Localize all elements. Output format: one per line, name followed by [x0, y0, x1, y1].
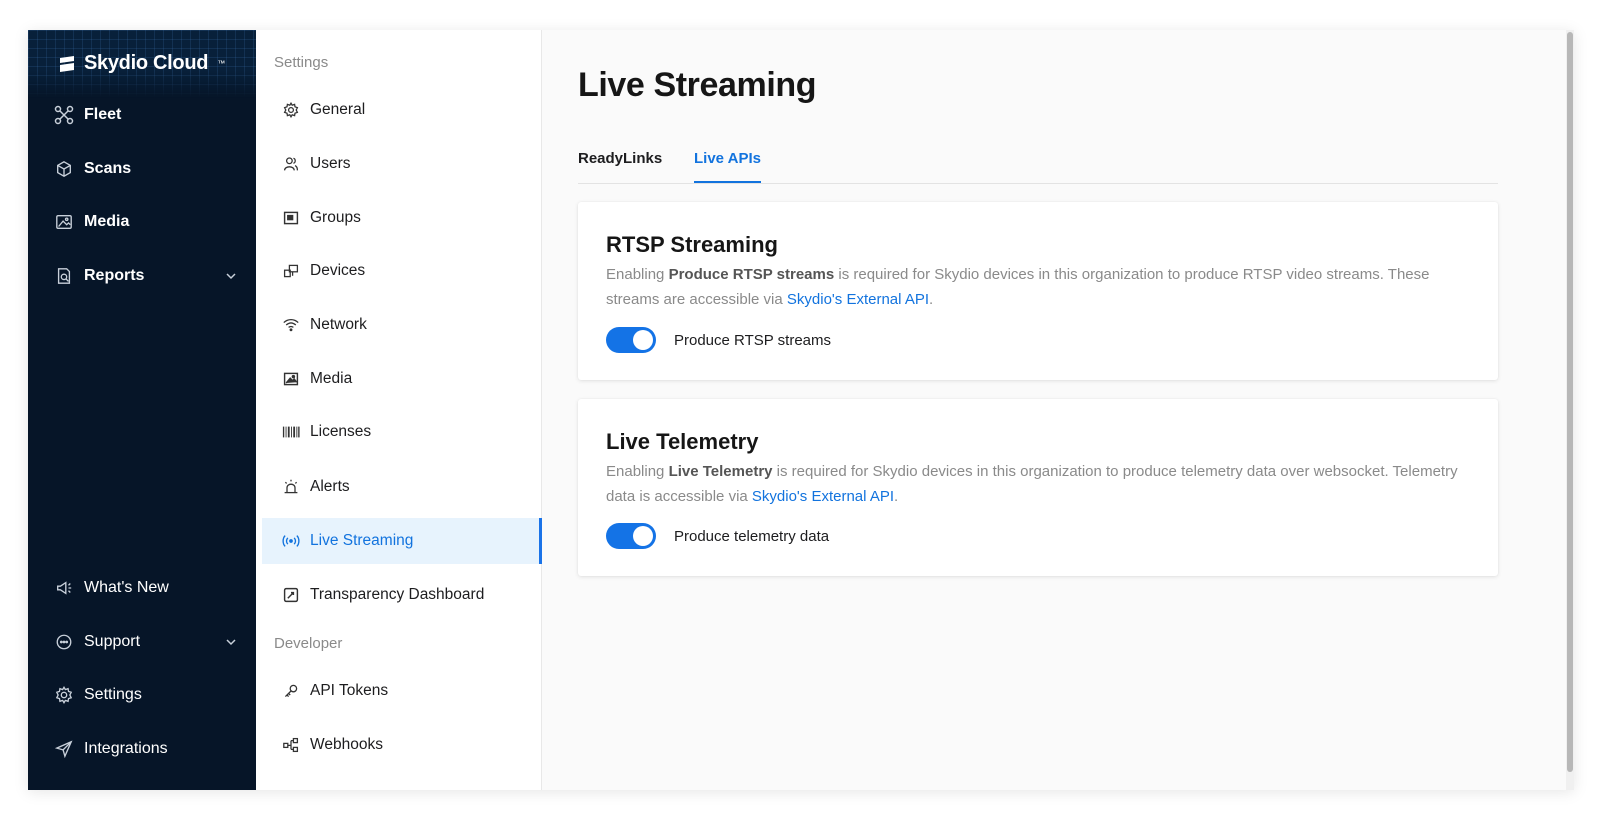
settings-item-label: Alerts [310, 478, 350, 495]
send-icon [54, 739, 74, 759]
sidebar-item-label: Integrations [84, 740, 168, 757]
settings-item-label: API Tokens [310, 682, 389, 699]
broadcast-icon [282, 532, 300, 550]
external-api-link[interactable]: Skydio's External API [787, 291, 929, 308]
card-title: Live Telemetry [606, 429, 759, 454]
settings-item-label: Groups [310, 209, 361, 226]
settings-menu: Settings General Users Groups Devices Ne… [256, 30, 542, 790]
devices-icon [282, 262, 300, 280]
sidebar-item-label: What's New [84, 579, 169, 596]
sidebar-item-label: Scans [84, 160, 132, 177]
app-window: Skydio Cloud ™ Fleet Scans Media Reports… [28, 30, 1574, 790]
settings-item-label: Licenses [310, 423, 372, 440]
cube-icon [54, 159, 74, 179]
sidebar-item-label: Reports [84, 267, 145, 284]
telemetry-toggle[interactable] [606, 523, 656, 549]
settings-item-devices[interactable]: Devices [262, 248, 542, 294]
brand-name: Skydio Cloud [84, 52, 209, 74]
toggle-label: Produce RTSP streams [674, 331, 832, 349]
section-heading-settings: Settings [274, 54, 329, 71]
toggle-row: Produce telemetry data [606, 523, 829, 549]
emphasis-text: Produce RTSP streams [668, 266, 835, 283]
settings-item-label: Live Streaming [310, 532, 414, 549]
tab-readylinks[interactable]: ReadyLinks [578, 150, 662, 181]
sidebar-item-label: Settings [84, 686, 142, 703]
settings-item-network[interactable]: Network [262, 302, 542, 348]
sidebar-item-scans[interactable]: Scans [54, 154, 238, 184]
rtsp-streaming-card: RTSP Streaming Enabling Produce RTSP str… [578, 202, 1498, 380]
image-icon [282, 370, 300, 388]
users-icon [282, 155, 300, 173]
main-sidebar: Skydio Cloud ™ Fleet Scans Media Reports… [28, 30, 256, 790]
megaphone-icon [54, 578, 74, 598]
sidebar-item-label: Fleet [84, 106, 122, 123]
settings-item-label: General [310, 101, 366, 118]
section-heading-developer: Developer [274, 635, 343, 652]
page-title: Live Streaming [578, 66, 817, 104]
sidebar-item-label: Media [84, 213, 130, 230]
skydio-logo-icon [60, 55, 74, 72]
scrollbar[interactable] [1566, 30, 1574, 790]
sidebar-item-fleet[interactable]: Fleet [54, 100, 238, 130]
toggle-knob [633, 330, 653, 350]
webhook-icon [282, 736, 300, 754]
sidebar-item-integrations[interactable]: Integrations [54, 734, 238, 764]
toggle-label: Produce telemetry data [674, 527, 830, 545]
settings-item-label: Users [310, 155, 351, 172]
external-api-link[interactable]: Skydio's External API [752, 488, 894, 505]
sidebar-item-settings[interactable]: Settings [54, 680, 238, 710]
settings-item-alerts[interactable]: Alerts [262, 464, 542, 510]
card-description: Enabling Live Telemetry is required for … [606, 463, 1458, 505]
settings-item-label: Transparency Dashboard [310, 586, 485, 603]
tab-bar: ReadyLinks Live APIs [578, 142, 1498, 184]
sidebar-item-whats-new[interactable]: What's New [54, 573, 238, 603]
dashboard-icon [282, 586, 300, 604]
drone-icon [54, 105, 74, 125]
rtsp-streams-toggle[interactable] [606, 327, 656, 353]
main-content: Live Streaming ReadyLinks Live APIs RTSP… [542, 30, 1574, 790]
tab-live-apis[interactable]: Live APIs [694, 150, 761, 183]
settings-item-label: Network [310, 316, 367, 333]
settings-item-label: Webhooks [310, 736, 383, 753]
chat-icon [54, 632, 74, 652]
sidebar-item-reports[interactable]: Reports [54, 261, 238, 291]
settings-item-groups[interactable]: Groups [262, 195, 542, 241]
groups-icon [282, 209, 300, 227]
key-icon [282, 682, 300, 700]
trademark: ™ [217, 59, 225, 68]
live-telemetry-card: Live Telemetry Enabling Live Telemetry i… [578, 399, 1498, 576]
settings-item-label: Media [310, 370, 353, 387]
image-icon [54, 212, 74, 232]
settings-item-media[interactable]: Media [262, 356, 542, 402]
wifi-icon [282, 316, 300, 334]
settings-item-api-tokens[interactable]: API Tokens [262, 668, 542, 714]
card-title: RTSP Streaming [606, 232, 778, 257]
card-description: Enabling Produce RTSP streams is require… [606, 266, 1430, 308]
settings-item-general[interactable]: General [262, 87, 542, 133]
gear-icon [54, 685, 74, 705]
settings-item-live-streaming[interactable]: Live Streaming [262, 518, 542, 564]
chevron-down-icon[interactable] [224, 269, 238, 283]
brand-header: Skydio Cloud ™ [28, 30, 256, 98]
sidebar-item-support[interactable]: Support [54, 627, 238, 657]
barcode-icon [282, 423, 300, 441]
settings-item-users[interactable]: Users [262, 141, 542, 187]
emphasis-text: Live Telemetry [668, 463, 773, 480]
brand-logo[interactable]: Skydio Cloud ™ [58, 52, 225, 75]
settings-item-label: Devices [310, 262, 366, 279]
settings-item-webhooks[interactable]: Webhooks [262, 722, 542, 768]
gear-icon [282, 101, 300, 119]
settings-item-licenses[interactable]: Licenses [262, 409, 542, 455]
alarm-icon [282, 478, 300, 496]
chevron-down-icon[interactable] [224, 635, 238, 649]
scrollbar-thumb[interactable] [1567, 32, 1573, 772]
report-icon [54, 266, 74, 286]
toggle-row: Produce RTSP streams [606, 327, 831, 353]
toggle-knob [633, 526, 653, 546]
sidebar-item-media[interactable]: Media [54, 207, 238, 237]
settings-item-transparency-dashboard[interactable]: Transparency Dashboard [262, 572, 542, 618]
sidebar-item-label: Support [84, 633, 141, 650]
